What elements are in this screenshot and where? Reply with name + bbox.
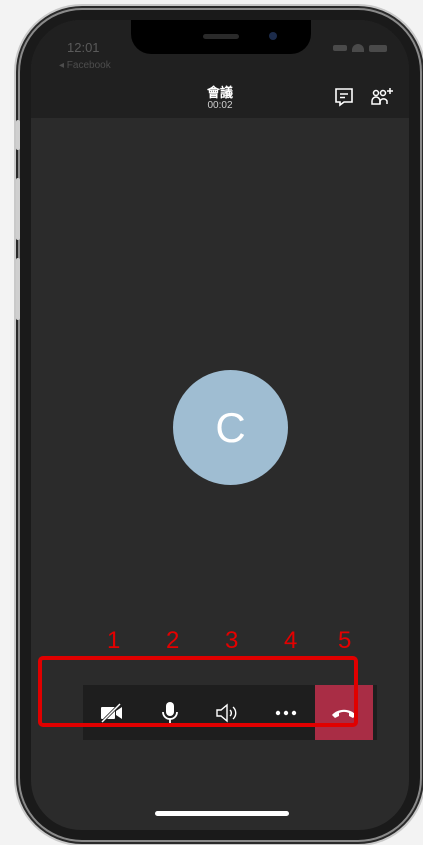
back-to-app-link[interactable]: ◂ Facebook (59, 60, 111, 71)
avatar-initial: C (215, 403, 246, 451)
status-time: 12:01 (67, 40, 100, 55)
annotation-label-3: 3 (225, 627, 239, 654)
phone-side-button (16, 258, 20, 320)
wifi-icon (352, 44, 364, 52)
front-camera (269, 32, 277, 40)
annotation-label-1: 1 (107, 627, 121, 654)
phone-side-button (16, 120, 20, 150)
phone-side-button (16, 178, 20, 240)
chat-icon[interactable] (333, 86, 355, 108)
annotation-label-4: 4 (284, 627, 298, 654)
signal-icon (333, 45, 347, 51)
annotation-label-5: 5 (338, 627, 352, 654)
add-people-icon[interactable] (371, 86, 393, 108)
status-icons (333, 44, 387, 52)
speaker-grille (203, 34, 239, 39)
annotation-label-2: 2 (166, 627, 180, 654)
home-indicator[interactable] (155, 811, 289, 816)
avatar: C (173, 370, 288, 485)
annotation-highlight-box (38, 656, 358, 727)
notch (131, 20, 311, 54)
battery-icon (369, 44, 387, 52)
